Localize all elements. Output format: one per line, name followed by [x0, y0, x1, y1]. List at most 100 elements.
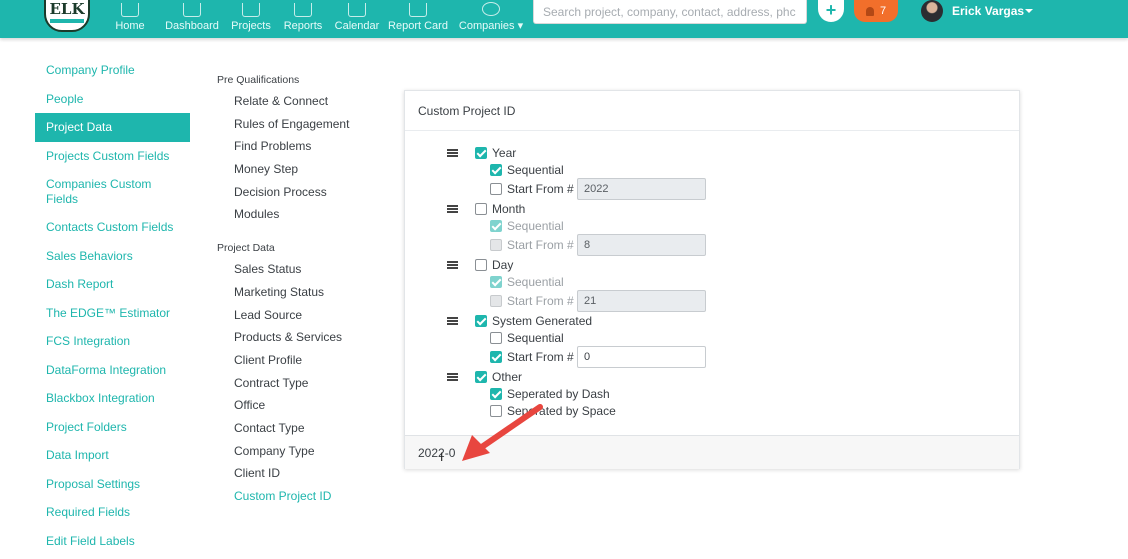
sidebar-item-the-edge-estimator[interactable]: The EDGE™ Estimator: [35, 299, 190, 328]
submenu-item-rules-of-engagement[interactable]: Rules of Engagement: [217, 113, 387, 136]
nav-reports[interactable]: Reports: [280, 0, 326, 32]
month-sequential-checkbox[interactable]: [490, 220, 502, 232]
nav-home[interactable]: Home: [112, 0, 148, 32]
day-checkbox[interactable]: [475, 259, 487, 271]
home-icon: [121, 3, 139, 17]
month-sequential-option[interactable]: Sequential: [490, 218, 564, 234]
year-option[interactable]: Year: [475, 145, 516, 161]
year-start-from-option[interactable]: Start From #: [490, 181, 574, 197]
sidebar-item-dataforma-integration[interactable]: DataForma Integration: [35, 356, 190, 385]
nav-report-card[interactable]: Report Card: [388, 0, 448, 32]
system-generated-start-from-checkbox[interactable]: [490, 351, 502, 363]
submenu-item-relate-connect[interactable]: Relate & Connect: [217, 90, 387, 113]
year-start-from-checkbox[interactable]: [490, 183, 502, 195]
submenu-item-products-services[interactable]: Products & Services: [217, 326, 387, 349]
sidebar-item-blackbox-integration[interactable]: Blackbox Integration: [35, 384, 190, 413]
other-dash-option[interactable]: Seperated by Dash: [490, 386, 610, 402]
sidebar-item-dash-report[interactable]: Dash Report: [35, 270, 190, 299]
month-checkbox[interactable]: [475, 203, 487, 215]
day-start-from-checkbox[interactable]: [490, 295, 502, 307]
month-start-from-checkbox[interactable]: [490, 239, 502, 251]
month-start-from-input[interactable]: 8: [577, 234, 706, 256]
sidebar-item-project-data[interactable]: Project Data: [35, 113, 190, 142]
sidebar-item-people[interactable]: People: [35, 85, 190, 114]
user-avatar[interactable]: [921, 0, 943, 22]
submenu-item-custom-project-id[interactable]: Custom Project ID: [217, 485, 387, 508]
sidebar-item-fcs-integration[interactable]: FCS Integration: [35, 327, 190, 356]
sidebar-item-edit-field-labels[interactable]: Edit Field Labels: [35, 527, 190, 556]
other-space-checkbox[interactable]: [490, 405, 502, 417]
user-name[interactable]: Erick Vargas: [952, 4, 1024, 18]
system-generated-label: System Generated: [492, 314, 593, 328]
submenu-item-modules[interactable]: Modules: [217, 203, 387, 226]
nav-companies[interactable]: Companies ▾: [459, 0, 523, 32]
system-generated-start-from-option[interactable]: Start From #: [490, 349, 574, 365]
submenu-heading-pre-qualifications: Pre Qualifications: [217, 74, 300, 86]
submenu-item-sales-status[interactable]: Sales Status: [217, 258, 387, 281]
other-dash-checkbox[interactable]: [490, 388, 502, 400]
nav-calendar[interactable]: Calendar: [333, 0, 381, 32]
year-sequential-checkbox[interactable]: [490, 164, 502, 176]
system-generated-checkbox[interactable]: [475, 315, 487, 327]
day-sequential-checkbox[interactable]: [490, 276, 502, 288]
year-label: Year: [492, 146, 517, 160]
add-new-button[interactable]: +: [818, 0, 844, 22]
card-title: Custom Project ID: [405, 91, 1019, 131]
submenu-item-client-id[interactable]: Client ID: [217, 462, 387, 485]
system-generated-sequential-option[interactable]: Sequential: [490, 330, 564, 346]
submenu-item-decision-process[interactable]: Decision Process: [217, 181, 387, 204]
sidebar-item-company-profile[interactable]: Company Profile: [35, 56, 190, 85]
sidebar-item-project-folders[interactable]: Project Folders: [35, 413, 190, 442]
submenu-item-client-profile[interactable]: Client Profile: [217, 349, 387, 372]
year-drag-handle-icon[interactable]: [447, 149, 458, 157]
submenu-item-office[interactable]: Office: [217, 394, 387, 417]
submenu-item-contract-type[interactable]: Contract Type: [217, 372, 387, 395]
system-generated-sequential-checkbox[interactable]: [490, 332, 502, 344]
sidebar-item-projects-custom-fields[interactable]: Projects Custom Fields: [35, 142, 190, 171]
company-logo[interactable]: ELK: [44, 0, 90, 32]
system-generated-start-from-label: Start From #: [507, 350, 574, 364]
sidebar-item-required-fields[interactable]: Required Fields: [35, 498, 190, 527]
month-sequential-label: Sequential: [507, 219, 564, 233]
global-search-input[interactable]: Search project, company, contact, addres…: [533, 0, 807, 24]
day-sequential-option[interactable]: Sequential: [490, 274, 564, 290]
submenu-item-lead-source[interactable]: Lead Source: [217, 304, 387, 327]
system-generated-start-from-input[interactable]: 0: [577, 346, 706, 368]
submenu-item-company-type[interactable]: Company Type: [217, 440, 387, 463]
sidebar-item-proposal-settings[interactable]: Proposal Settings: [35, 470, 190, 499]
submenu-item-contact-type[interactable]: Contact Type: [217, 417, 387, 440]
other-space-option[interactable]: Seperated by Space: [490, 403, 616, 419]
sidebar-item-data-import[interactable]: Data Import: [35, 441, 190, 470]
sidebar-item-contacts-custom-fields[interactable]: Contacts Custom Fields: [35, 213, 190, 242]
day-option[interactable]: Day: [475, 257, 513, 273]
year-start-from-input[interactable]: 2022: [577, 178, 706, 200]
day-start-from-label: Start From #: [507, 294, 574, 308]
other-checkbox[interactable]: [475, 371, 487, 383]
month-label: Month: [492, 202, 526, 216]
custom-project-id-card: Custom Project ID Year Sequential Start Fr…: [404, 90, 1020, 469]
day-start-from-input[interactable]: 21: [577, 290, 706, 312]
month-start-from-option[interactable]: Start From #: [490, 237, 574, 253]
notifications-button[interactable]: 7: [854, 0, 898, 22]
system-generated-sequential-label: Sequential: [507, 331, 564, 345]
system-generated-option[interactable]: System Generated: [475, 313, 592, 329]
system-generated-drag-handle-icon[interactable]: [447, 317, 458, 325]
year-checkbox[interactable]: [475, 147, 487, 159]
project-id-preview: 2022-0: [405, 435, 1019, 469]
year-sequential-option[interactable]: Sequential: [490, 162, 564, 178]
submenu-item-money-step[interactable]: Money Step: [217, 158, 387, 181]
submenu-item-marketing-status[interactable]: Marketing Status: [217, 281, 387, 304]
month-drag-handle-icon[interactable]: [447, 205, 458, 213]
sidebar-item-companies-custom-fields[interactable]: Companies Custom Fields: [35, 170, 190, 213]
nav-projects[interactable]: Projects: [228, 0, 274, 32]
month-option[interactable]: Month: [475, 201, 525, 217]
submenu-item-find-problems[interactable]: Find Problems: [217, 135, 387, 158]
other-option[interactable]: Other: [475, 369, 522, 385]
other-drag-handle-icon[interactable]: [447, 373, 458, 381]
sidebar-item-sales-behaviors[interactable]: Sales Behaviors: [35, 242, 190, 271]
nav-dashboard[interactable]: Dashboard: [162, 0, 222, 32]
day-start-from-option[interactable]: Start From #: [490, 293, 574, 309]
chevron-down-icon[interactable]: [1025, 9, 1033, 13]
day-drag-handle-icon[interactable]: [447, 261, 458, 269]
nav-projects-label: Projects: [231, 20, 271, 32]
